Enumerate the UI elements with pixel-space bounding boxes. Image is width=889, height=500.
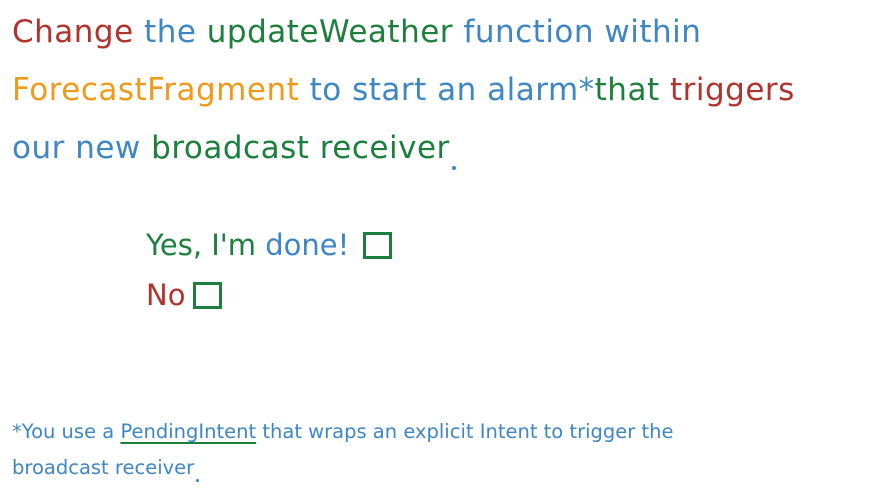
option-yes-done: done! <box>265 228 350 262</box>
instruction-line-2: ForecastFragment to start an alarm*that … <box>12 72 795 108</box>
option-yes[interactable]: Yes, I'm done! <box>146 228 393 262</box>
word-the: the <box>144 14 197 50</box>
word-our-new: our new <box>12 130 141 166</box>
footnote-line-2: broadcast receiver <box>12 456 200 482</box>
word-to-start-alarm: to start an alarm* <box>309 72 595 108</box>
word-broadcast-receiver: broadcast receiver <box>151 130 450 166</box>
word-function-within: function within <box>463 14 702 50</box>
option-no[interactable]: No <box>146 278 223 312</box>
word-forecast-fragment: ForecastFragment <box>12 72 300 108</box>
pending-intent-link[interactable]: PendingIntent <box>120 420 256 443</box>
footnote-broadcast-receiver: broadcast receiver <box>12 456 195 479</box>
word-triggers: triggers <box>669 72 795 108</box>
option-yes-label: Yes, I'm <box>146 228 257 262</box>
footnote-period-dot <box>196 479 200 482</box>
period-dot <box>451 166 456 170</box>
footnote-line-1: *You use a PendingIntent that wraps an e… <box>12 420 674 443</box>
word-update-weather: updateWeather <box>206 14 454 50</box>
no-checkbox[interactable] <box>193 281 223 309</box>
footnote-prefix: *You use a <box>12 420 115 443</box>
word-change: Change <box>12 14 134 50</box>
yes-checkbox[interactable] <box>363 231 393 259</box>
instruction-line-3: our new broadcast receiver <box>12 130 456 170</box>
footnote-suffix: that wraps an explicit Intent to trigger… <box>262 420 674 443</box>
option-no-label: No <box>146 278 186 312</box>
instruction-line-1: Change the updateWeather function within <box>12 14 701 50</box>
word-that: that <box>594 72 660 108</box>
